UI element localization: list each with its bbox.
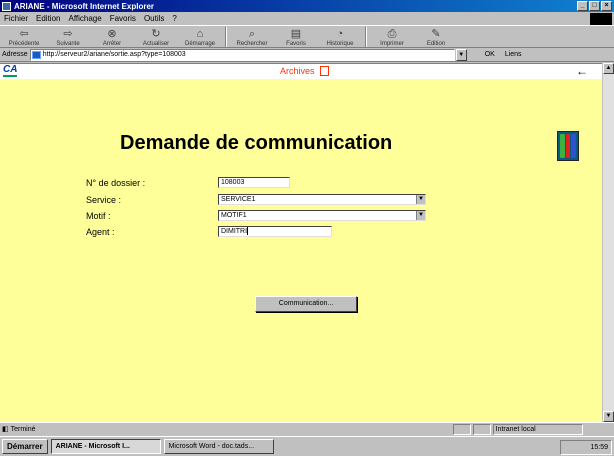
go-button[interactable]: OK xyxy=(485,51,495,58)
page-icon xyxy=(31,50,41,59)
status-text: Terminé xyxy=(10,425,36,433)
agent-label: Agent : xyxy=(86,227,115,237)
menu-edition[interactable]: Edition xyxy=(36,14,60,23)
favorites-icon: ▤ xyxy=(290,28,302,40)
status-pane xyxy=(472,423,491,435)
archive-binders-icon xyxy=(557,131,579,161)
chevron-down-icon[interactable]: ▼ xyxy=(416,195,425,204)
address-label: Adresse xyxy=(2,51,28,58)
start-button[interactable]: Démarrer xyxy=(2,439,48,454)
vertical-scrollbar[interactable]: ▲ ▼ xyxy=(602,63,614,422)
edit-button[interactable]: ✎ Edition xyxy=(414,25,458,47)
done-icon: ◧ xyxy=(2,426,9,433)
address-input[interactable]: http://serveur2/ariane/sortie.asp?type=1… xyxy=(29,48,455,61)
agent-field[interactable]: DIMITRI xyxy=(218,226,332,237)
menu-affichage[interactable]: Affichage xyxy=(68,14,101,23)
agent-value: DIMITRI xyxy=(221,228,248,235)
maximize-button[interactable]: □ xyxy=(589,1,600,11)
service-select[interactable]: SERVICE1 ▼ xyxy=(218,194,426,205)
stop-button[interactable]: ⊗ Arrêter xyxy=(90,25,134,47)
history-button[interactable]: ◔ Historique xyxy=(318,25,362,47)
motif-select[interactable]: MOTIF1 ▼ xyxy=(218,210,426,221)
taskbar-item-word[interactable]: Microsoft Word - doc.tads... xyxy=(163,439,274,454)
ie-app-icon xyxy=(2,1,11,11)
scroll-down-button[interactable]: ▼ xyxy=(603,411,614,422)
window-controls: _ □ × xyxy=(577,1,612,11)
menu-outils[interactable]: Outils xyxy=(144,14,164,23)
forward-arrow-icon: ⇨ xyxy=(63,28,73,40)
toolbar-separator xyxy=(365,27,367,47)
page-content: CA Archives ← Demande de communication N… xyxy=(0,63,602,422)
menubar: Fichier Edition Affichage Favoris Outils… xyxy=(0,12,614,25)
search-button[interactable]: ⌕ Rechercher xyxy=(230,25,274,47)
close-button[interactable]: × xyxy=(601,1,612,11)
stop-icon: ⊗ xyxy=(107,28,117,40)
motif-label: Motif : xyxy=(86,211,111,221)
edit-icon: ✎ xyxy=(431,28,441,40)
scroll-up-button[interactable]: ▲ xyxy=(603,63,614,74)
menu-help[interactable]: ? xyxy=(172,14,176,23)
service-label: Service : xyxy=(86,195,122,205)
window-title: ARIANE - Microsoft Internet Explorer xyxy=(14,1,155,11)
back-nav-icon[interactable]: ← xyxy=(576,64,588,78)
browser-toolbar: ⇦ Précédente ⇨ Suivante ⊗ Arrêter ↻ Actualis… xyxy=(0,25,614,48)
system-tray-clock: 15:59 xyxy=(560,440,612,455)
address-dropdown-button[interactable]: ▼ xyxy=(455,48,467,61)
menu-favoris[interactable]: Favoris xyxy=(110,14,136,23)
archives-icon[interactable] xyxy=(320,66,329,76)
back-button[interactable]: ⇦ Précédente xyxy=(2,25,46,47)
refresh-button[interactable]: ↻ Actualiser xyxy=(134,25,178,47)
security-zone: Intranet local xyxy=(492,423,583,435)
archives-link[interactable]: Archives xyxy=(280,66,315,76)
motif-value: MOTIF1 xyxy=(221,212,247,219)
chevron-down-icon[interactable]: ▼ xyxy=(416,211,425,220)
favorites-button[interactable]: ▤ Favoris xyxy=(274,25,318,47)
links-button[interactable]: Liens xyxy=(505,51,522,58)
forward-button[interactable]: ⇨ Suivante xyxy=(46,25,90,47)
toolbar-separator xyxy=(225,27,227,47)
print-button[interactable]: ⎙ Imprimer xyxy=(370,25,414,47)
dossier-field[interactable]: 108003 xyxy=(218,177,290,188)
text-cursor xyxy=(247,227,249,236)
refresh-icon: ↻ xyxy=(151,28,161,40)
print-icon: ⎙ xyxy=(387,28,397,40)
taskbar-item-ariane[interactable]: ARIANE - Microsoft I... xyxy=(50,439,161,454)
communication-button[interactable]: Communication... xyxy=(255,296,357,312)
service-value: SERVICE1 xyxy=(221,196,256,203)
ie-throbber-logo xyxy=(590,13,612,25)
status-bar: ◧ Terminé Intranet local xyxy=(0,422,614,435)
back-arrow-icon: ⇦ xyxy=(19,28,29,40)
status-pane xyxy=(452,423,471,435)
address-url: http://serveur2/ariane/sortie.asp?type=1… xyxy=(42,50,186,58)
window-titlebar[interactable]: ARIANE - Microsoft Internet Explorer _ □… xyxy=(0,0,614,12)
home-icon: ⌂ xyxy=(196,28,204,40)
page-title: Demande de communication xyxy=(120,132,393,154)
search-icon: ⌕ xyxy=(248,28,256,40)
history-icon: ◔ xyxy=(336,28,344,40)
page-header-bar: CA Archives ← xyxy=(0,64,602,79)
address-bar: Adresse http://serveur2/ariane/sortie.as… xyxy=(0,48,614,62)
dossier-label: N° de dossier : xyxy=(86,178,146,188)
minimize-button[interactable]: _ xyxy=(577,1,588,11)
company-logo: CA xyxy=(3,64,18,77)
taskbar: Démarrer ARIANE - Microsoft I... Microso… xyxy=(0,436,614,456)
home-button[interactable]: ⌂ Démarrage xyxy=(178,25,222,47)
menu-fichier[interactable]: Fichier xyxy=(4,14,28,23)
